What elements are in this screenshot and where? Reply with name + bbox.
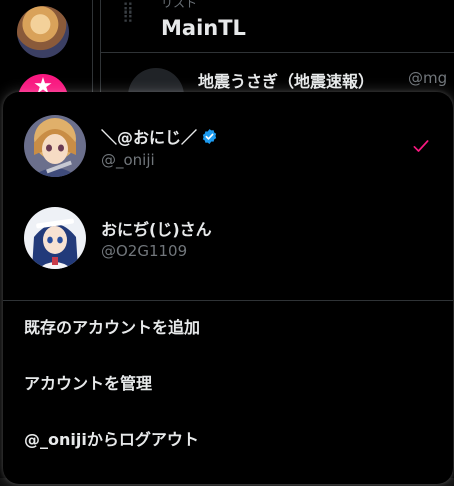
drag-handle-icon[interactable]: ⠿ ⠿: [122, 2, 135, 26]
add-existing-account-button[interactable]: 既存のアカウントを追加: [3, 301, 453, 355]
account-row-o2g1109[interactable]: おにぢ(じ)さん @O2G1109: [3, 188, 453, 282]
tweet-author-handle[interactable]: @mg: [408, 69, 447, 87]
tweet-author-name[interactable]: 地震うさぎ（地震速報）: [198, 68, 398, 92]
column-title[interactable]: MainTL: [161, 16, 246, 40]
logout-button[interactable]: @_onijiからログアウト: [3, 413, 453, 467]
manage-accounts-button[interactable]: アカウントを管理: [3, 357, 453, 411]
verified-badge-icon: [202, 129, 217, 144]
account-handle: @_oniji: [101, 151, 155, 169]
account-handle: @O2G1109: [101, 242, 188, 260]
account-name: ＼@おにじ／: [101, 124, 218, 148]
app-window: ★ ⠿ ⠿ リスト MainTL 地震うさぎ（地震速報） @mg ＼@おにじ／ …: [0, 0, 454, 486]
avatar: [24, 207, 86, 269]
checkmark-icon: [413, 140, 429, 152]
avatar: [24, 115, 86, 177]
column-kicker: リスト: [161, 0, 198, 10]
rail-avatar[interactable]: [17, 6, 69, 58]
column-header: [101, 0, 454, 53]
account-row-oniji[interactable]: ＼@おにじ／ @_oniji: [3, 92, 453, 186]
account-switcher-menu: ＼@おにじ／ @_oniji おにぢ(じ)さん @O2G1109 既存のアカウン…: [3, 92, 453, 484]
account-name: おにぢ(じ)さん: [101, 220, 212, 239]
account-name-text: ＼@おにじ／: [101, 128, 198, 147]
